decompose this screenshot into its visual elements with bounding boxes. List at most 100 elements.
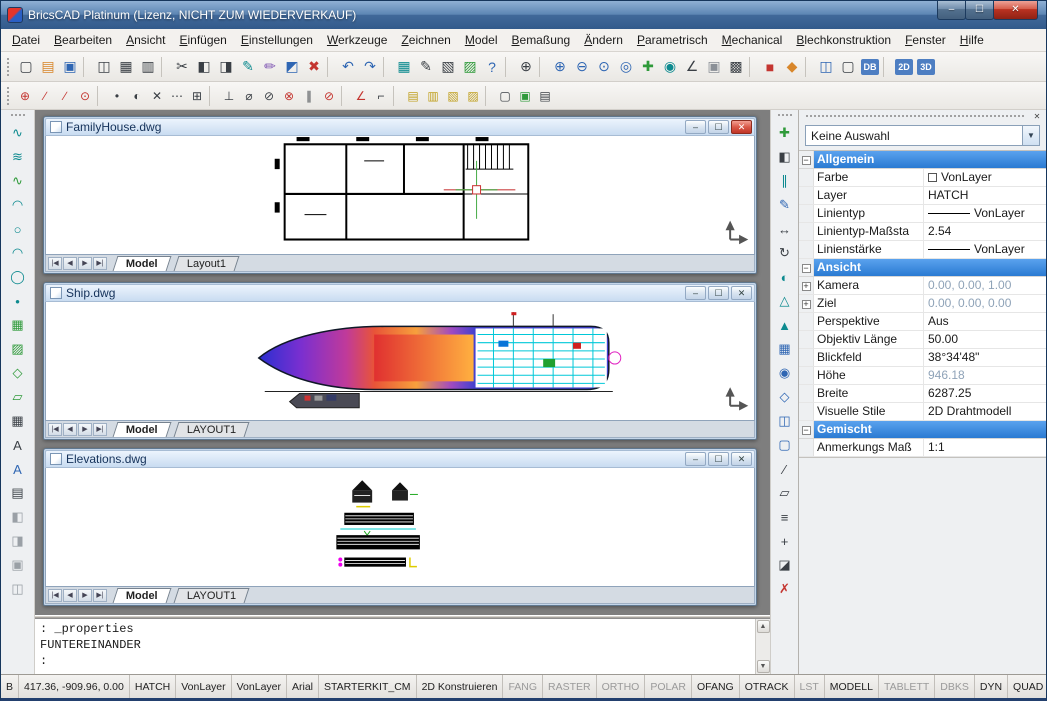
publish-icon[interactable]: ▥ — [137, 56, 159, 78]
offset-icon[interactable]: ∥ — [773, 169, 797, 193]
property-value[interactable]: HATCH — [924, 187, 1046, 204]
array-icon[interactable]: ▦ — [773, 337, 797, 361]
scale-icon[interactable]: ◐ — [773, 265, 797, 289]
snap-tangent-icon[interactable]: ⌀ — [239, 86, 259, 106]
tab-prev-button[interactable]: ◀ — [63, 423, 77, 436]
section-ansicht[interactable]: − Ansicht — [799, 259, 1046, 277]
tab-first-button[interactable]: |◀ — [48, 589, 62, 602]
property-value[interactable]: 50.00 — [924, 331, 1046, 348]
save-icon[interactable]: ▣ — [59, 56, 81, 78]
expander-icon[interactable]: − — [802, 426, 811, 435]
toolbar-grip[interactable] — [6, 86, 11, 106]
zoom-window-icon[interactable]: ⊙ — [593, 56, 615, 78]
maximize-button[interactable]: ☐ — [965, 1, 994, 20]
drawing-canvas-elevations[interactable] — [45, 468, 755, 587]
close-button[interactable]: ✕ — [731, 452, 752, 466]
otrack-toggle[interactable]: OTRACK — [740, 675, 795, 698]
mtext-icon[interactable]: A — [6, 457, 30, 481]
sheet-set-icon[interactable]: ▢ — [773, 433, 797, 457]
menu-ansicht[interactable]: Ansicht — [119, 30, 172, 50]
view-3d-icon[interactable]: 3D — [917, 59, 935, 75]
drawing-canvas-familyhouse[interactable] — [45, 136, 755, 255]
edit-polyline-icon[interactable]: ∿ — [6, 121, 30, 145]
menu-bemassung[interactable]: Bemaßung — [505, 30, 578, 50]
mirror-3d-icon[interactable]: ▲ — [773, 313, 797, 337]
match-props-icon[interactable]: ✎ — [773, 193, 797, 217]
snap-tracking-icon[interactable]: ⌐ — [371, 86, 391, 106]
area-icon[interactable]: ▱ — [773, 481, 797, 505]
tab-model[interactable]: Model — [113, 256, 172, 271]
snap-midpoint-icon[interactable]: ∕ — [55, 86, 75, 106]
mdi-area[interactable]: FamilyHouse.dwg – ☐ ✕ — [35, 110, 770, 615]
snap-extension-icon[interactable]: ⋯ — [167, 86, 187, 106]
open-file-icon[interactable]: ▤ — [37, 56, 59, 78]
menu-zeichnen[interactable]: Zeichnen — [394, 30, 457, 50]
viewports-icon[interactable]: ◫ — [773, 409, 797, 433]
menu-parametrisch[interactable]: Parametrisch — [630, 30, 715, 50]
xref-attach-icon[interactable]: ◨ — [6, 529, 30, 553]
snap-apparent-intersection-icon[interactable]: ⊗ — [279, 86, 299, 106]
notes-icon[interactable]: ▨ — [459, 56, 481, 78]
separator[interactable] — [83, 57, 90, 77]
ortho-toggle[interactable]: ORTHO — [597, 675, 646, 698]
new-file-icon[interactable]: ▢ — [15, 56, 37, 78]
separator[interactable] — [505, 57, 512, 77]
lineweight-toggle[interactable]: LST — [795, 675, 825, 698]
tab-model[interactable]: Model — [113, 588, 172, 603]
polar-toggle[interactable]: POLAR — [645, 675, 692, 698]
prop-hoehe[interactable]: Höhe 946.18 — [799, 367, 1046, 385]
orbit-icon[interactable]: ◉ — [659, 56, 681, 78]
menu-einstellungen[interactable]: Einstellungen — [234, 30, 320, 50]
snap-toggle[interactable]: FANG — [503, 675, 543, 698]
close-button[interactable]: ✕ — [993, 1, 1038, 20]
model-toggle[interactable]: MODELL — [825, 675, 879, 698]
copy-icon[interactable]: ◧ — [193, 56, 215, 78]
toolbar-grip[interactable] — [10, 113, 26, 118]
pan-icon[interactable]: ✚ — [637, 56, 659, 78]
grid-toggle[interactable]: RASTER — [543, 675, 597, 698]
property-value[interactable]: 0.00, 0.00, 1.00 — [924, 277, 1046, 294]
copy-entity-icon[interactable]: ◧ — [773, 145, 797, 169]
document-window-elevations[interactable]: Elevations.dwg – ☐ ✕ — [43, 448, 757, 606]
prop-linientyp-massstab[interactable]: Linientyp-Maßsta 2.54 — [799, 223, 1046, 241]
prop-perspektive[interactable]: Perspektive Aus — [799, 313, 1046, 331]
sheet-chart-icon[interactable]: ▣ — [515, 86, 535, 106]
property-value[interactable] — [930, 151, 1047, 168]
view-2d-icon[interactable]: 2D — [895, 59, 913, 75]
draworder-front-icon[interactable]: ▤ — [403, 86, 423, 106]
prop-ziel[interactable]: + Ziel 0.00, 0.00, 0.00 — [799, 295, 1046, 313]
tab-last-button[interactable]: ▶| — [93, 423, 107, 436]
chevron-down-icon[interactable]: ▼ — [1022, 126, 1039, 145]
block-insert-icon[interactable]: ◧ — [6, 505, 30, 529]
draworder-under-icon[interactable]: ▨ — [463, 86, 483, 106]
polar-array-icon[interactable]: ◉ — [773, 361, 797, 385]
command-window[interactable]: : _properties FUNTEREINANDER : ▲ ▼ — [35, 618, 770, 674]
explode-icon[interactable]: ✗ — [773, 577, 797, 601]
scroll-down-icon[interactable]: ▼ — [757, 660, 770, 673]
esnap-settings-icon[interactable]: ⊕ — [15, 86, 35, 106]
cut-icon[interactable]: ✂ — [171, 56, 193, 78]
scroll-up-icon[interactable]: ▲ — [757, 620, 770, 633]
document-window-ship[interactable]: Ship.dwg – ☐ ✕ — [43, 282, 757, 440]
boundary-icon[interactable]: ◇ — [6, 361, 30, 385]
gradient-icon[interactable]: ▨ — [6, 337, 30, 361]
redo-icon[interactable]: ↷ — [359, 56, 381, 78]
revision-cloud-icon[interactable]: ◠ — [6, 193, 30, 217]
osnap-toggle[interactable]: OFANG — [692, 675, 740, 698]
property-value[interactable] — [930, 259, 1047, 276]
current-dimstyle[interactable]: STARTERKIT_CM — [319, 675, 417, 698]
id-point-icon[interactable]: + — [773, 529, 797, 553]
property-value[interactable] — [930, 421, 1047, 438]
maximize-button[interactable]: ☐ — [708, 452, 729, 466]
arc-icon[interactable]: ◠ — [6, 241, 30, 265]
ellipse-icon[interactable]: ◯ — [6, 265, 30, 289]
image-attach-icon[interactable]: ▣ — [6, 553, 30, 577]
minimize-button[interactable]: – — [685, 120, 706, 134]
current-color[interactable]: VonLayer — [176, 675, 231, 698]
menu-hilfe[interactable]: Hilfe — [953, 30, 991, 50]
draworder-back-icon[interactable]: ▥ — [423, 86, 443, 106]
text-icon[interactable]: A — [6, 433, 30, 457]
prop-layer[interactable]: Layer HATCH — [799, 187, 1046, 205]
tab-layout1[interactable]: LAYOUT1 — [173, 422, 249, 437]
panel-close-icon[interactable]: ✕ — [1031, 111, 1043, 123]
